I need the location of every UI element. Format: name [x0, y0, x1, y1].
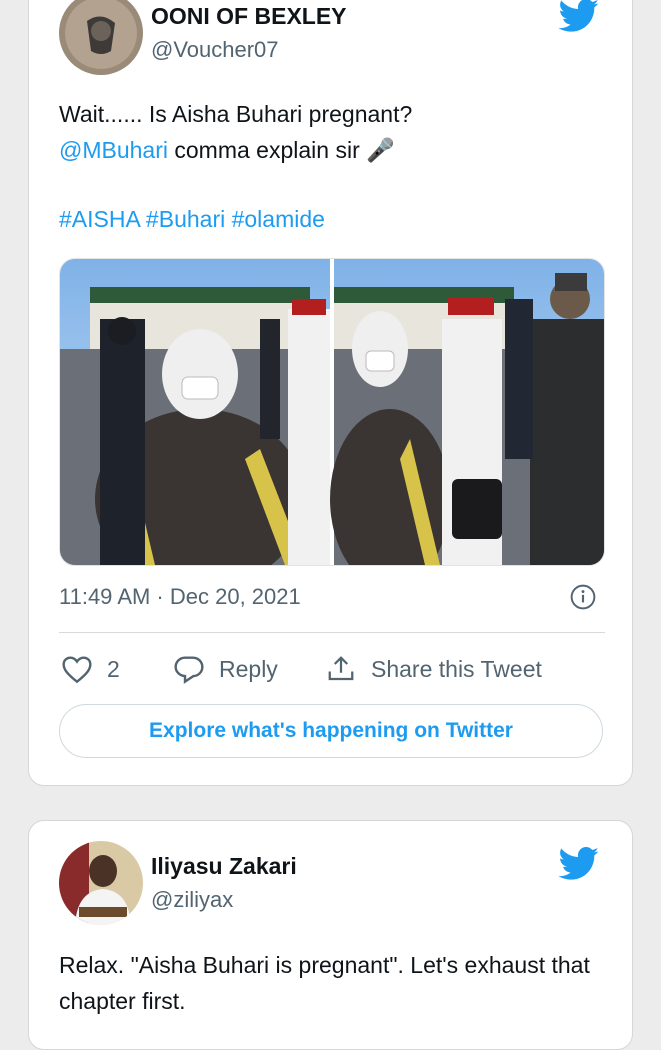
tweet-card: Iliyasu Zakari @ziliyax Relax. "Aisha Bu…	[28, 820, 633, 1050]
like-count: 2	[107, 655, 120, 682]
display-name[interactable]: Iliyasu Zakari	[151, 853, 297, 880]
tweet-text: Wait...... Is Aisha Buhari pregnant? @MB…	[59, 96, 605, 168]
share-icon	[328, 656, 354, 681]
like-button[interactable]: 2	[61, 649, 120, 689]
mention-link[interactable]: @MBuhari	[59, 137, 168, 163]
tweet-text: Relax. "Aisha Buhari is pregnant". Let's…	[59, 952, 590, 1014]
tweet-photo	[60, 259, 604, 565]
avatar[interactable]	[59, 0, 143, 75]
twitter-bird-icon[interactable]	[558, 0, 600, 33]
avatar-image	[59, 841, 143, 925]
share-label: Share this Tweet	[371, 655, 542, 682]
divider	[59, 632, 605, 633]
reply-label: Reply	[219, 655, 278, 682]
tweet-timestamp[interactable]: 11:49 AM · Dec 20, 2021	[59, 584, 301, 610]
tweet-card: OONI OF BEXLEY @Voucher07 Wait...... Is …	[28, 0, 633, 786]
user-handle[interactable]: @Voucher07	[151, 37, 279, 63]
display-name[interactable]: OONI OF BEXLEY	[151, 3, 347, 30]
avatar-image	[59, 0, 143, 75]
tweet-media[interactable]	[59, 258, 605, 566]
avatar[interactable]	[59, 841, 143, 925]
user-handle[interactable]: @ziliyax	[151, 887, 233, 913]
tweet-text-line1: Wait...... Is Aisha Buhari pregnant?	[59, 101, 413, 127]
explore-button[interactable]: Explore what's happening on Twitter	[59, 704, 603, 758]
hashtags[interactable]: #AISHA #Buhari #olamide	[59, 201, 325, 237]
share-button[interactable]: Share this Tweet	[325, 649, 542, 689]
reply-button[interactable]: Reply	[173, 649, 278, 689]
heart-icon	[62, 656, 92, 684]
twitter-bird-icon[interactable]	[558, 847, 600, 881]
tweet-text-rest: comma explain sir 🎤	[168, 137, 395, 163]
tweet-text-line2: @MBuhari comma explain sir 🎤	[59, 132, 605, 168]
info-icon[interactable]	[570, 584, 596, 610]
reply-icon	[174, 656, 204, 684]
